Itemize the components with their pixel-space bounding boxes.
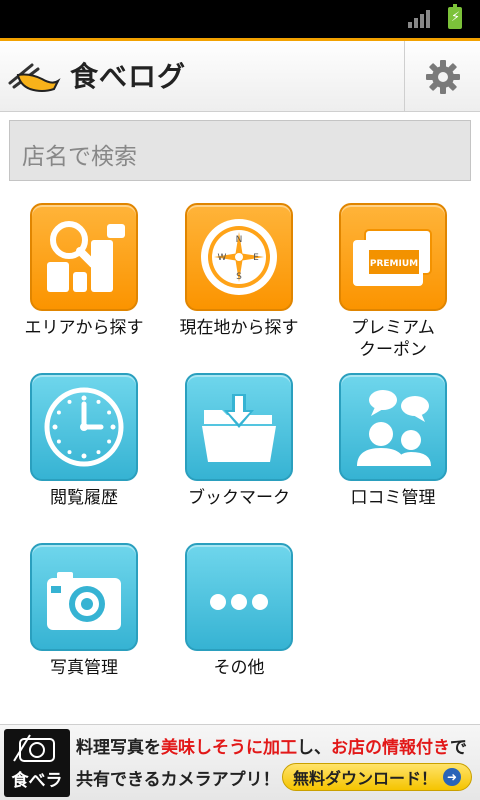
ad-download-button[interactable]: 無料ダウンロード！ ➜: [282, 763, 472, 791]
ad-download-label: 無料ダウンロード！: [292, 769, 437, 788]
battery-icon: ⚡: [448, 4, 462, 29]
menu-label: 現在地から探す: [179, 318, 299, 338]
status-bar: ⚡: [0, 0, 480, 38]
ad-highlight: 美味しそうに加工: [161, 738, 297, 758]
history-tile[interactable]: [30, 373, 138, 481]
ad-text: 料理写真を: [76, 738, 161, 758]
area-search-tile[interactable]: [30, 203, 138, 311]
svg-text:W: W: [218, 253, 227, 263]
signal-icon: [408, 10, 430, 28]
menu-label: 閲覧履歴: [50, 488, 118, 508]
arrow-right-icon: ➜: [443, 768, 461, 786]
settings-button[interactable]: [404, 41, 480, 112]
current-location-tile[interactable]: N S W E: [185, 203, 293, 311]
menu-label: エリアから探す: [24, 318, 144, 338]
premium-text: PREMIUM: [370, 259, 418, 269]
clock-icon: [44, 387, 124, 467]
ad-logo-text: 食べラ: [11, 771, 63, 791]
map-search-icon: [47, 221, 125, 292]
bookmark-tile[interactable]: [185, 373, 293, 481]
review-manage-tile[interactable]: [339, 373, 447, 481]
photo-manage-tile[interactable]: [30, 543, 138, 651]
search-input[interactable]: 店名で検索: [9, 120, 471, 181]
app-logo[interactable]: 食べログ: [8, 55, 186, 95]
folder-download-icon: [202, 394, 276, 462]
premium-coupon-tile[interactable]: PREMIUM: [339, 203, 447, 311]
chopsticks-logo-icon: [8, 63, 61, 92]
camera-icon: [47, 572, 121, 630]
svg-text:N: N: [236, 235, 243, 245]
app-title: 食べログ: [70, 60, 187, 93]
more-icon: [210, 594, 268, 610]
ad-text: で: [450, 738, 467, 758]
premium-coupon-icon: PREMIUM: [353, 229, 432, 286]
menu-label: ブックマーク: [188, 488, 290, 508]
ad-app-logo: 食べラ: [4, 729, 70, 797]
app-bar: 食べログ: [0, 38, 480, 112]
menu-label: 写真管理: [50, 658, 118, 678]
ad-subline: 共有できるカメラアプリ！: [76, 770, 280, 790]
menu-label: その他: [213, 658, 265, 678]
ad-camera-icon: [13, 734, 55, 762]
ad-highlight: お店の情報付き: [331, 738, 450, 758]
gear-icon: [425, 59, 460, 94]
compass-icon: N S W E: [201, 219, 277, 295]
users-chat-icon: [357, 390, 431, 466]
menu-label: プレミアム クーポン: [351, 318, 435, 360]
svg-text:S: S: [236, 272, 242, 282]
other-tile[interactable]: [185, 543, 293, 651]
ad-headline: 料理写真を美味しそうに加工し、お店の情報付きで: [76, 733, 467, 758]
search-placeholder: 店名で検索: [22, 144, 137, 170]
svg-text:E: E: [253, 253, 259, 263]
ad-text: し、: [297, 738, 331, 758]
menu-label: 口コミ管理: [350, 488, 436, 508]
ad-banner[interactable]: 食べラ 料理写真を美味しそうに加工し、お店の情報付きで 共有できるカメラアプリ！…: [0, 724, 480, 800]
